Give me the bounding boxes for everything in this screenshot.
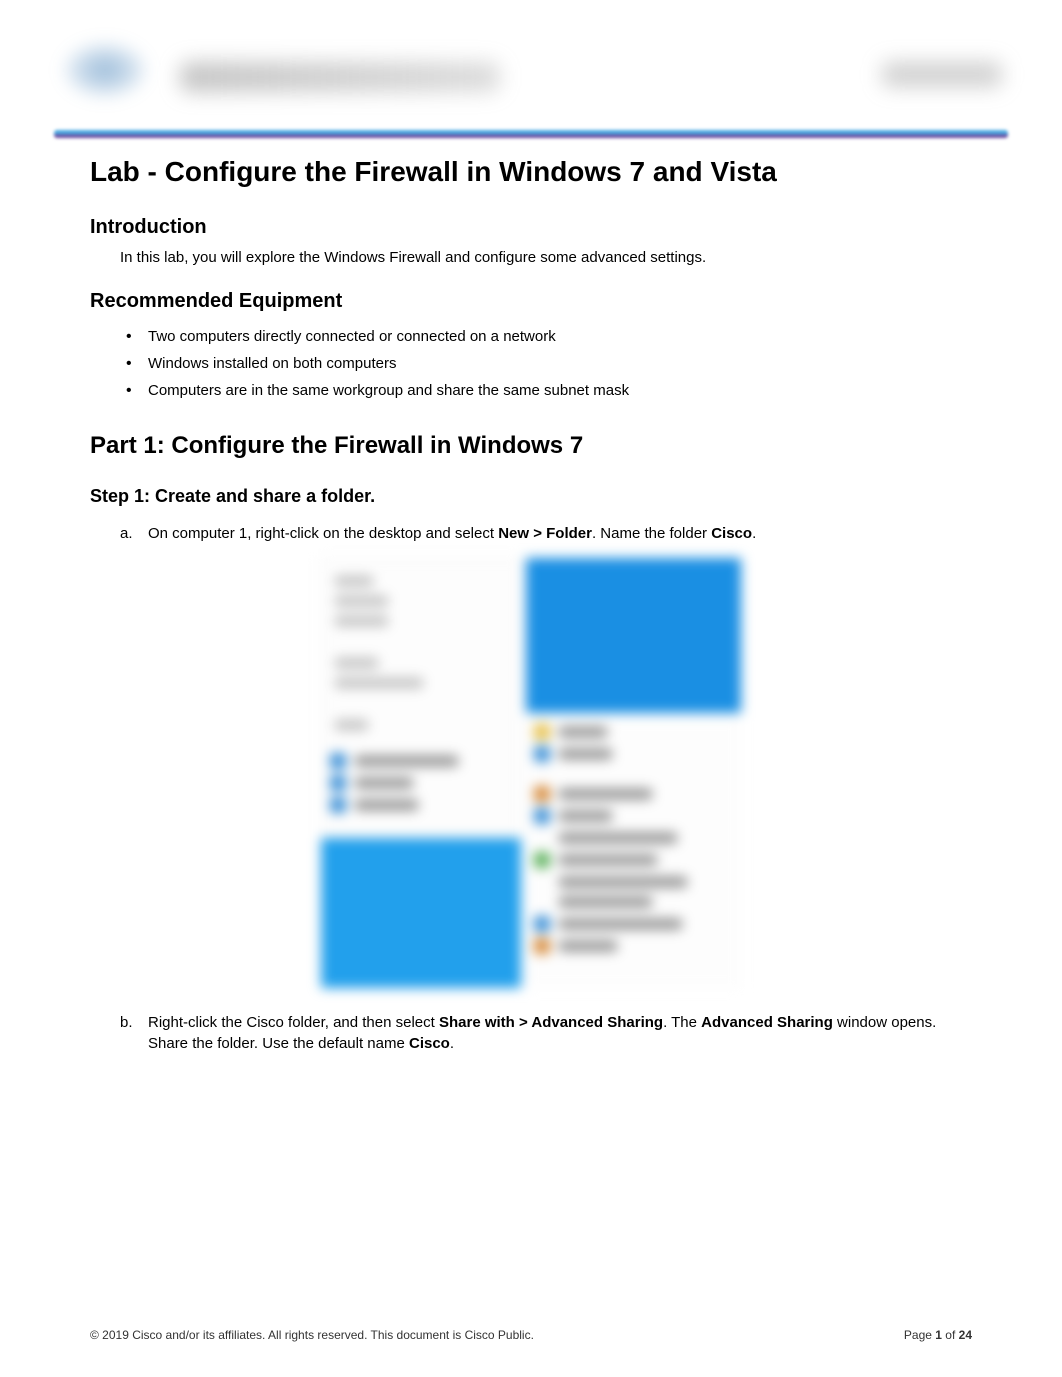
- introduction-text: In this lab, you will explore the Window…: [90, 249, 972, 266]
- introduction-heading: Introduction: [90, 216, 972, 239]
- text-fragment: Right-click the Cisco folder, and then s…: [148, 1014, 439, 1031]
- equipment-list-item: Computers are in the same workgroup and …: [148, 377, 972, 404]
- page-number: 1: [935, 1328, 942, 1342]
- text-fragment: .: [752, 525, 756, 542]
- step-item-b: b. Right-click the Cisco folder, and the…: [90, 1012, 972, 1054]
- text-fragment: . Name the folder: [592, 525, 711, 542]
- text-fragment: . The: [663, 1014, 701, 1031]
- step-letter: a.: [120, 523, 148, 544]
- step-text: Right-click the Cisco folder, and then s…: [148, 1012, 972, 1054]
- bold-text: Advanced Sharing: [701, 1014, 833, 1031]
- document-footer: © 2019 Cisco and/or its affiliates. All …: [90, 1328, 972, 1342]
- text-fragment: .: [450, 1035, 454, 1052]
- step-text: On computer 1, right-click on the deskto…: [148, 523, 972, 544]
- step-letter: b.: [120, 1012, 148, 1054]
- copyright-text: © 2019 Cisco and/or its affiliates. All …: [90, 1328, 534, 1342]
- equipment-list-item: Windows installed on both computers: [148, 350, 972, 377]
- document-header: [60, 40, 1002, 120]
- step-item-a: a. On computer 1, right-click on the des…: [90, 523, 972, 544]
- equipment-heading: Recommended Equipment: [90, 290, 972, 313]
- document-page: Lab - Configure the Firewall in Windows …: [0, 0, 1062, 1377]
- part1-heading: Part 1: Configure the Firewall in Window…: [90, 432, 972, 460]
- page-total: 24: [959, 1328, 972, 1342]
- bold-text: Cisco: [409, 1035, 450, 1052]
- bold-text: Cisco: [711, 525, 752, 542]
- academy-text-blur: [180, 62, 500, 92]
- bold-text: Share with > Advanced Sharing: [439, 1014, 663, 1031]
- text-fragment: On computer 1, right-click on the deskto…: [148, 525, 498, 542]
- bold-text: New > Folder: [498, 525, 592, 542]
- lab-title: Lab - Configure the Firewall in Windows …: [90, 156, 972, 188]
- page-indicator: Page 1 of 24: [904, 1328, 972, 1342]
- equipment-list: Two computers directly connected or conn…: [90, 323, 972, 404]
- document-content: Lab - Configure the Firewall in Windows …: [60, 156, 1002, 1054]
- tagline-text-blur: [882, 62, 1002, 87]
- text-fragment: of: [942, 1328, 959, 1342]
- header-divider: [54, 130, 1008, 138]
- equipment-list-item: Two computers directly connected or conn…: [148, 323, 972, 350]
- cisco-logo-icon: [60, 40, 150, 100]
- text-fragment: Page: [904, 1328, 935, 1342]
- step1-heading: Step 1: Create and share a folder.: [90, 486, 972, 507]
- context-menu-screenshot: [321, 558, 741, 988]
